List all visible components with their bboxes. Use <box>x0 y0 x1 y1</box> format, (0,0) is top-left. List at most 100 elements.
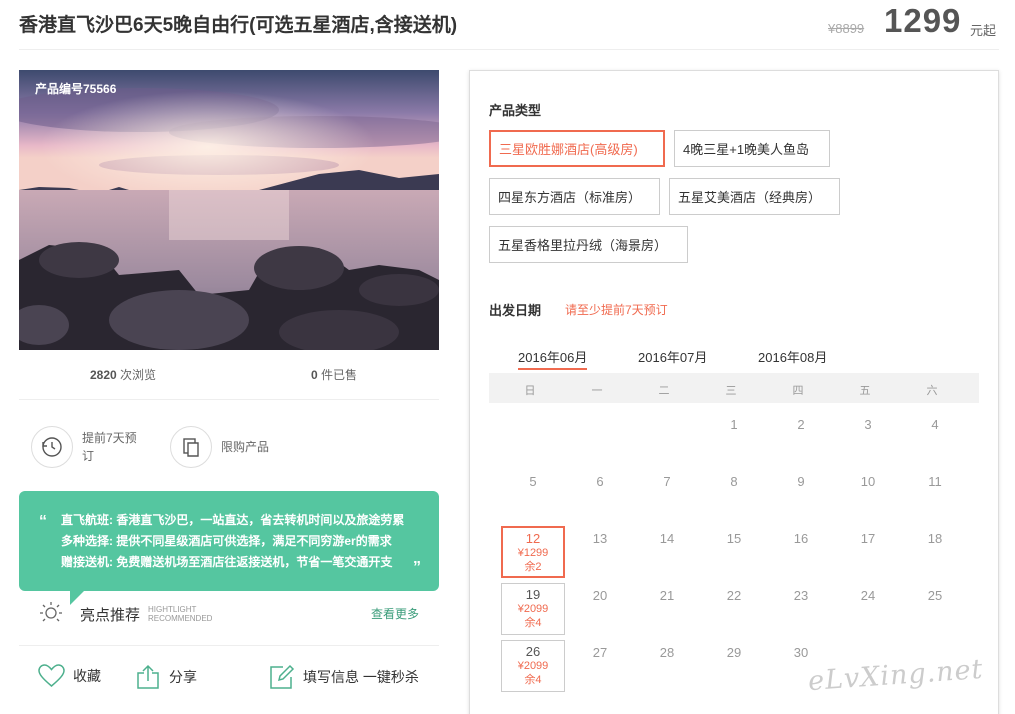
sunset-photo <box>19 70 439 350</box>
highlight-row-label: 直飞航班: <box>61 513 113 527</box>
calendar-day: 27 <box>592 645 608 660</box>
calendar-day: 5 <box>529 474 537 489</box>
option-le-meridien[interactable]: 五星艾美酒店（经典房） <box>669 178 840 215</box>
calendar-day: 2 <box>797 417 805 432</box>
highlight-row: 直飞航班: 香港直飞沙巴，一站直达，省去转机时间以及旅途劳累 <box>53 511 404 528</box>
calendar-day: 13 <box>592 531 608 546</box>
calendar-day: 21 <box>659 588 675 603</box>
share-label: 分享 <box>169 669 197 685</box>
speech-tail <box>70 591 84 605</box>
calendar-day: 23 <box>793 588 809 603</box>
divider <box>19 399 439 400</box>
day-remaining: 余2 <box>524 561 542 573</box>
feature-label: 提前7天预订 <box>82 431 137 463</box>
divider <box>19 645 439 646</box>
weekday-header: 日 一 二 三 四 五 六 <box>489 373 979 403</box>
views-stat: 2820 次浏览 <box>90 366 156 383</box>
fill-info-button[interactable]: 填写信息 一键秒杀 <box>269 664 419 690</box>
day-remaining: 余4 <box>524 674 542 686</box>
feature-limited: 限购产品 <box>170 426 269 468</box>
highlight-row-text: 免费赠送机场至酒店往返接送机，节省一笔交通开支 <box>116 555 393 569</box>
highlight-row-label: 多种选择: <box>61 534 113 548</box>
calendar-day: 1 <box>730 417 738 432</box>
view-more-link[interactable]: 查看更多 <box>371 605 419 622</box>
highlights-en-line: HIGHTLIGHT <box>148 605 197 614</box>
highlight-row: 多种选择: 提供不同星级酒店可供选择，满足不同穷游er的需求 <box>53 532 392 549</box>
option-shangri-la[interactable]: 五星香格里拉丹绒（海景房） <box>489 226 688 263</box>
calendar-day: 14 <box>659 531 675 546</box>
day-price: ¥2099 <box>517 603 549 615</box>
calendar-day: 3 <box>864 417 872 432</box>
edit-icon <box>270 664 295 689</box>
day-number: 12 <box>525 531 541 546</box>
calendar-day: 29 <box>726 645 742 660</box>
highlight-row-label: 赠接送机: <box>61 555 113 569</box>
sold-stat: 0 件已售 <box>311 366 357 383</box>
share-button[interactable]: 分享 <box>135 664 197 690</box>
highlight-row-text: 香港直飞沙巴，一站直达，省去转机时间以及旅途劳累 <box>116 513 405 527</box>
calendar-day: 4 <box>931 417 939 432</box>
day-price: ¥1299 <box>517 547 549 559</box>
product-photo[interactable]: 产品编号75566 <box>19 70 439 350</box>
weekday: 一 <box>591 385 603 397</box>
calendar-day: 20 <box>592 588 608 603</box>
heart-icon <box>38 664 65 687</box>
divider <box>19 49 999 50</box>
option-mermaid-island[interactable]: 4晚三星+1晚美人鱼岛 <box>674 130 830 167</box>
departure-date-title: 出发日期 <box>489 303 542 318</box>
calendar-day-available[interactable]: 19 ¥2099 余4 <box>501 583 565 635</box>
calendar-day: 17 <box>860 531 876 546</box>
current-price: 1299 <box>884 2 962 39</box>
calendar-day: 15 <box>726 531 742 546</box>
product-type-title: 产品类型 <box>489 103 542 118</box>
copy-icon <box>170 426 212 468</box>
tab-month-august[interactable]: 2016年08月 <box>758 347 827 366</box>
calendar-day: 22 <box>726 588 742 603</box>
feature-advance-booking: 提前7天预订 <box>31 426 144 468</box>
highlights-title: 亮点推荐 <box>80 607 141 624</box>
quote-open-icon: “ <box>39 513 47 530</box>
views-count: 2820 <box>90 368 117 382</box>
calendar-day: 6 <box>596 474 604 489</box>
feature-label: 限购产品 <box>221 440 270 454</box>
sold-label: 件已售 <box>321 368 358 382</box>
booking-panel: 产品类型 三星欧胜娜酒店(高级房) 4晚三星+1晚美人鱼岛 四星东方酒店（标准房… <box>469 70 999 714</box>
highlight-row-text: 提供不同星级酒店可供选择，满足不同穷游er的需求 <box>116 534 392 548</box>
weekday: 二 <box>658 385 670 397</box>
calendar-day: 24 <box>860 588 876 603</box>
highlights-en-line: RECOMMENDED <box>148 614 213 623</box>
favorite-button[interactable]: 收藏 <box>38 664 101 688</box>
option-hotel-osena[interactable]: 三星欧胜娜酒店(高级房) <box>489 130 665 167</box>
favorite-label: 收藏 <box>73 668 101 684</box>
calendar-day: 7 <box>663 474 671 489</box>
calendar-day: 25 <box>927 588 943 603</box>
views-label: 次浏览 <box>120 368 157 382</box>
calendar-day: 30 <box>793 645 809 660</box>
highlight-box: “ 直飞航班: 香港直飞沙巴，一站直达，省去转机时间以及旅途劳累 多种选择: 提… <box>19 491 439 591</box>
calendar-day: 11 <box>928 474 942 489</box>
calendar-day-available-selected[interactable]: 12 ¥1299 余2 <box>501 526 565 578</box>
calendar-day: 8 <box>730 474 738 489</box>
weekday: 五 <box>859 385 871 397</box>
highlight-row: 赠接送机: 免费赠送机场至酒店往返接送机，节省一笔交通开支 <box>53 553 392 570</box>
option-east-hotel[interactable]: 四星东方酒店（标准房） <box>489 178 660 215</box>
highlights-subtitle: HIGHTLIGHT RECOMMENDED <box>148 605 212 623</box>
weekday: 四 <box>792 385 804 397</box>
day-price: ¥2099 <box>517 660 549 672</box>
day-number: 19 <box>525 587 541 602</box>
calendar-day: 18 <box>927 531 943 546</box>
tab-month-june[interactable]: 2016年06月 <box>518 347 588 370</box>
day-number: 26 <box>525 644 541 659</box>
product-title: 香港直飞沙巴6天5晚自由行(可选五星酒店,含接送机) <box>19 15 458 36</box>
original-price: ¥8899 <box>828 21 865 36</box>
tab-month-july[interactable]: 2016年07月 <box>638 347 707 366</box>
calendar-day-available[interactable]: 26 ¥2099 余4 <box>501 640 565 692</box>
weekday: 六 <box>926 385 938 397</box>
share-icon <box>137 664 159 689</box>
calendar-day: 16 <box>793 531 809 546</box>
calendar-day: 9 <box>797 474 805 489</box>
fill-info-label: 填写信息 一键秒杀 <box>303 669 419 685</box>
product-id: 产品编号75566 <box>35 82 117 96</box>
quote-close-icon: ” <box>413 559 421 576</box>
calendar-day: 28 <box>659 645 675 660</box>
